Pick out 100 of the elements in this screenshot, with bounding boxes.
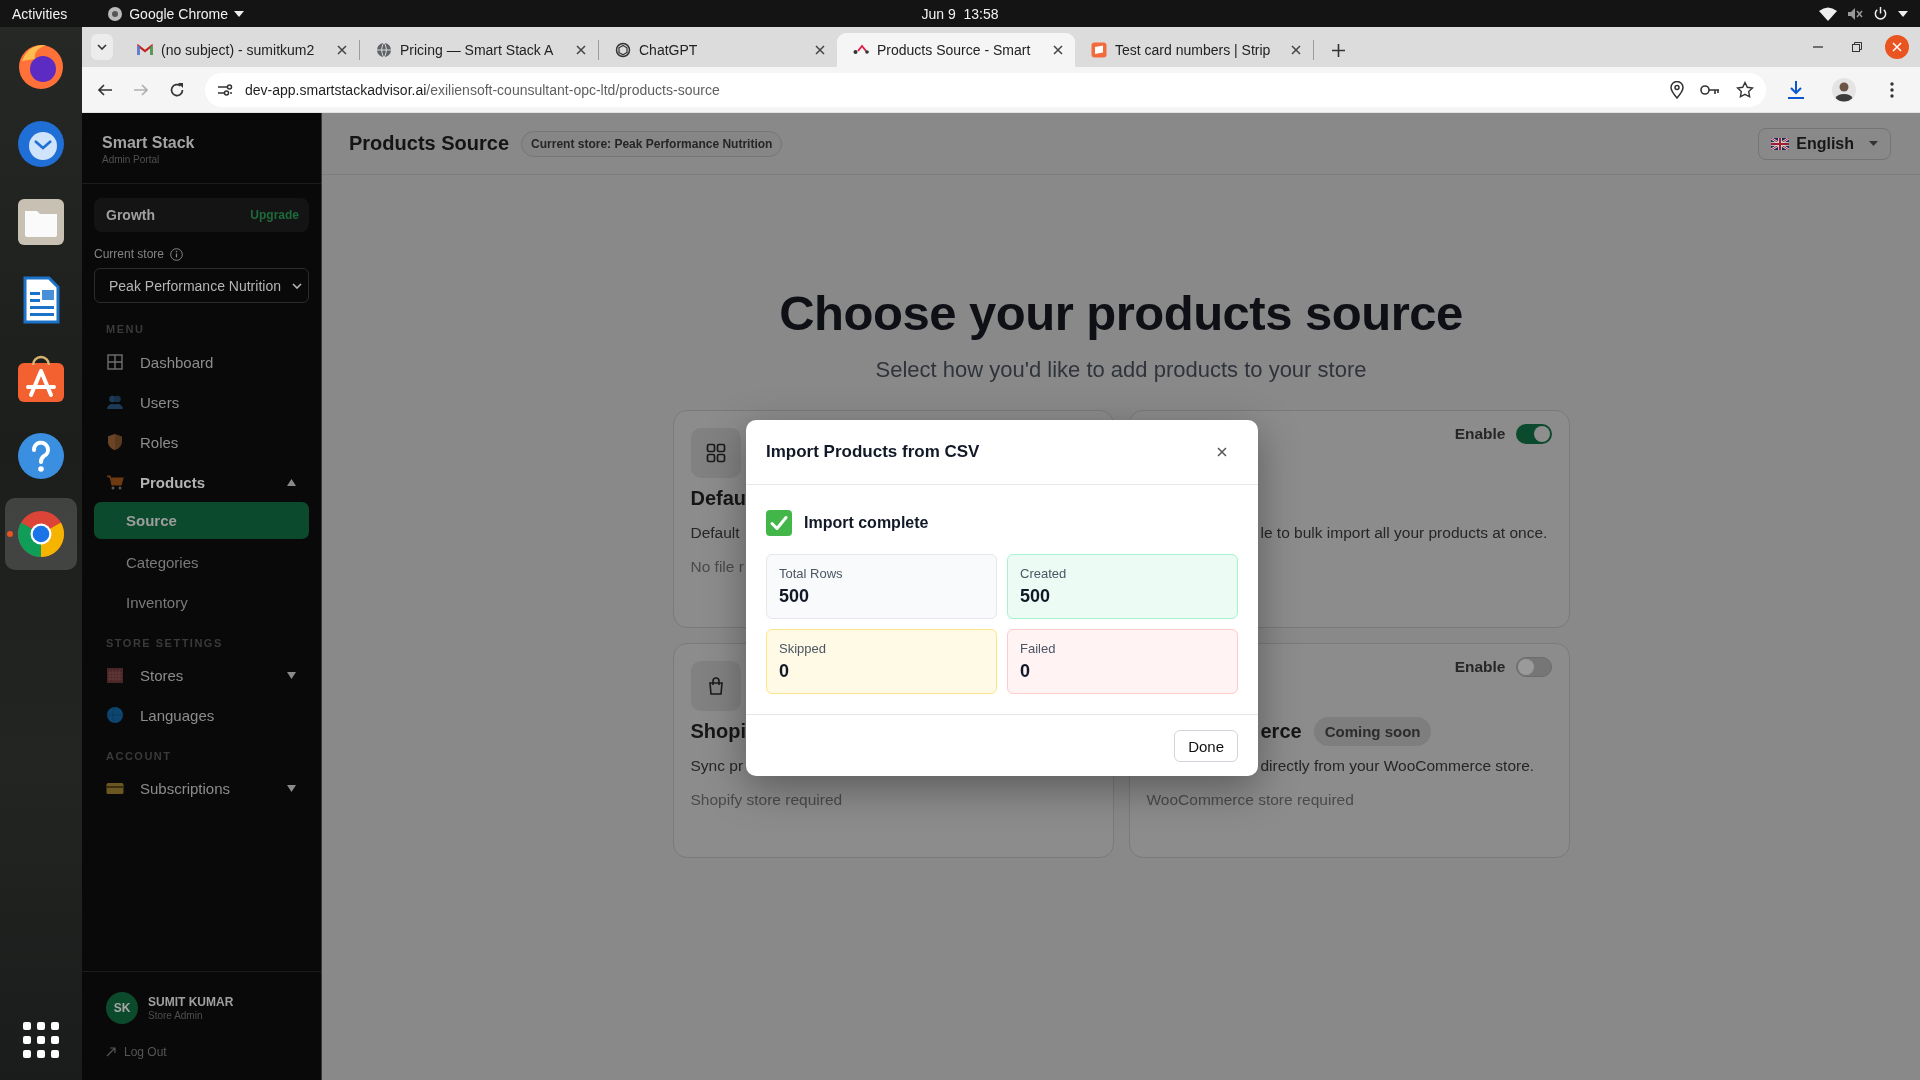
store-label: Current store bbox=[94, 247, 165, 261]
nav-item[interactable]: Stores bbox=[94, 655, 309, 695]
arrow-icon bbox=[106, 1047, 116, 1057]
grid-icon bbox=[705, 443, 726, 463]
stat-label: Skipped bbox=[779, 641, 827, 656]
url-path: /exiliensoft-counsultant-opc-ltd/products-source bbox=[426, 81, 720, 98]
muted-speaker-icon[interactable] bbox=[1847, 6, 1863, 21]
site-settings-icon[interactable] bbox=[217, 82, 233, 97]
folder-icon bbox=[15, 196, 67, 248]
card-requirement: No file r bbox=[690, 558, 744, 575]
browser-tab[interactable]: Products Source - Smart bbox=[837, 33, 1075, 67]
nav-item[interactable]: Users bbox=[94, 382, 309, 422]
plan-name: Growth bbox=[106, 207, 155, 223]
forward-arrow-icon bbox=[133, 81, 149, 98]
location-pin-icon[interactable] bbox=[1670, 80, 1684, 99]
browser-tab[interactable]: Test card numbers | Strip bbox=[1075, 33, 1313, 67]
close-icon[interactable] bbox=[337, 45, 347, 55]
brand-title: Smart Stack bbox=[102, 134, 196, 152]
enable-toggle[interactable] bbox=[1515, 657, 1552, 677]
close-icon[interactable] bbox=[815, 45, 825, 55]
check-icon bbox=[766, 510, 792, 536]
caret-icon bbox=[1869, 141, 1878, 146]
power-icon[interactable] bbox=[1873, 6, 1888, 21]
address-bar[interactable]: dev-app.smartstackadvisor.ai/exiliensoft-counsultant-opc-ltd/products-source bbox=[205, 72, 1766, 107]
browser-tab[interactable]: Pricing — Smart Stack A bbox=[360, 33, 598, 67]
knot-icon bbox=[615, 42, 631, 58]
download-icon bbox=[1787, 79, 1805, 100]
close-icon bbox=[1892, 42, 1902, 52]
nav-item[interactable]: Dashboard bbox=[94, 342, 309, 382]
people-icon bbox=[106, 393, 124, 411]
tab-search-button[interactable] bbox=[91, 34, 113, 60]
close-window-button[interactable] bbox=[1885, 35, 1909, 59]
dialog-title: Import Products from CSV bbox=[766, 442, 980, 462]
nav-subitem[interactable]: Inventory bbox=[94, 582, 309, 622]
nav-subitem[interactable]: Categories bbox=[94, 542, 309, 582]
key-icon[interactable] bbox=[1700, 83, 1720, 96]
avatar: SK bbox=[106, 992, 138, 1024]
restore-icon bbox=[1852, 42, 1862, 52]
star-icon[interactable] bbox=[1736, 80, 1754, 99]
close-icon[interactable] bbox=[576, 45, 586, 55]
hero-subtitle: Select how you'd like to add products to your store bbox=[874, 356, 1368, 384]
chevron-icon bbox=[292, 282, 302, 289]
globe-icon bbox=[106, 706, 124, 724]
stat-value: 0 bbox=[1020, 661, 1031, 682]
square-logo-icon bbox=[1091, 42, 1107, 58]
stat-label: Created bbox=[1020, 566, 1068, 581]
mail-icon bbox=[137, 42, 153, 58]
dock-button[interactable] bbox=[5, 498, 77, 570]
avatar-icon bbox=[1832, 77, 1856, 102]
user-name: SUMIT KUMAR bbox=[148, 995, 234, 1009]
grid-icon bbox=[106, 353, 124, 371]
app-menu[interactable]: Google Chrome bbox=[107, 5, 245, 22]
caret-icon bbox=[234, 10, 245, 17]
card-description: directly from your WooCommerce store. bbox=[1260, 757, 1535, 774]
help-icon bbox=[15, 430, 67, 482]
brand-subtitle: Admin Portal bbox=[102, 154, 161, 165]
stat-value: 0 bbox=[779, 661, 790, 682]
clock[interactable]: Jun 9 13:58 bbox=[921, 5, 999, 22]
done-button[interactable]: Done bbox=[1174, 730, 1238, 762]
minimize-icon bbox=[1813, 46, 1823, 48]
enable-label: Enable bbox=[1454, 425, 1506, 443]
shield-icon bbox=[106, 433, 124, 451]
caret-icon[interactable] bbox=[1898, 10, 1908, 17]
browser-tab[interactable]: ChatGPT bbox=[599, 33, 837, 67]
plus-icon bbox=[1331, 43, 1345, 57]
nav-item[interactable]: Products bbox=[94, 462, 309, 502]
globe-icon bbox=[376, 42, 392, 58]
running-dot bbox=[7, 531, 13, 537]
nav-item[interactable]: Subscriptions bbox=[94, 768, 309, 808]
building-icon bbox=[106, 666, 124, 684]
nav-item[interactable]: Roles bbox=[94, 422, 309, 462]
nav-item[interactable]: Languages bbox=[94, 695, 309, 735]
cart-icon bbox=[106, 473, 124, 491]
shopping-bag-icon bbox=[707, 677, 724, 695]
close-icon bbox=[1217, 447, 1227, 457]
nav-subitem[interactable]: Source bbox=[94, 502, 309, 539]
activities-button[interactable]: Activities bbox=[12, 5, 68, 22]
card-description: Default bbox=[690, 524, 740, 541]
close-icon[interactable] bbox=[1291, 45, 1301, 55]
app-grid-icon[interactable] bbox=[23, 1022, 59, 1058]
app-icon bbox=[107, 5, 124, 22]
close-icon[interactable] bbox=[1053, 45, 1063, 55]
coming-soon-badge: Coming soon bbox=[1313, 716, 1432, 746]
wifi-icon[interactable] bbox=[1819, 6, 1837, 21]
enable-toggle[interactable] bbox=[1515, 424, 1552, 444]
stat-label: Failed bbox=[1020, 641, 1057, 656]
browser-tab[interactable]: (no subject) - sumitkum2 bbox=[121, 33, 359, 67]
card-requirement: WooCommerce store required bbox=[1146, 791, 1354, 808]
info-icon[interactable] bbox=[170, 247, 184, 261]
user-role: Store Admin bbox=[148, 1010, 204, 1021]
card-title: Shopi bbox=[690, 719, 747, 743]
chevron-icon bbox=[97, 44, 107, 50]
card-title: erce bbox=[1260, 719, 1302, 743]
stat-value: 500 bbox=[1020, 586, 1052, 607]
card-description: Sync pr bbox=[690, 757, 744, 774]
stat-value: 500 bbox=[779, 586, 811, 607]
store-select[interactable]: Peak Performance Nutrition bbox=[94, 268, 309, 303]
card-title: Defau bbox=[690, 486, 747, 510]
language-button[interactable]: English bbox=[1758, 127, 1891, 160]
stat-label: Total Rows bbox=[779, 566, 844, 581]
